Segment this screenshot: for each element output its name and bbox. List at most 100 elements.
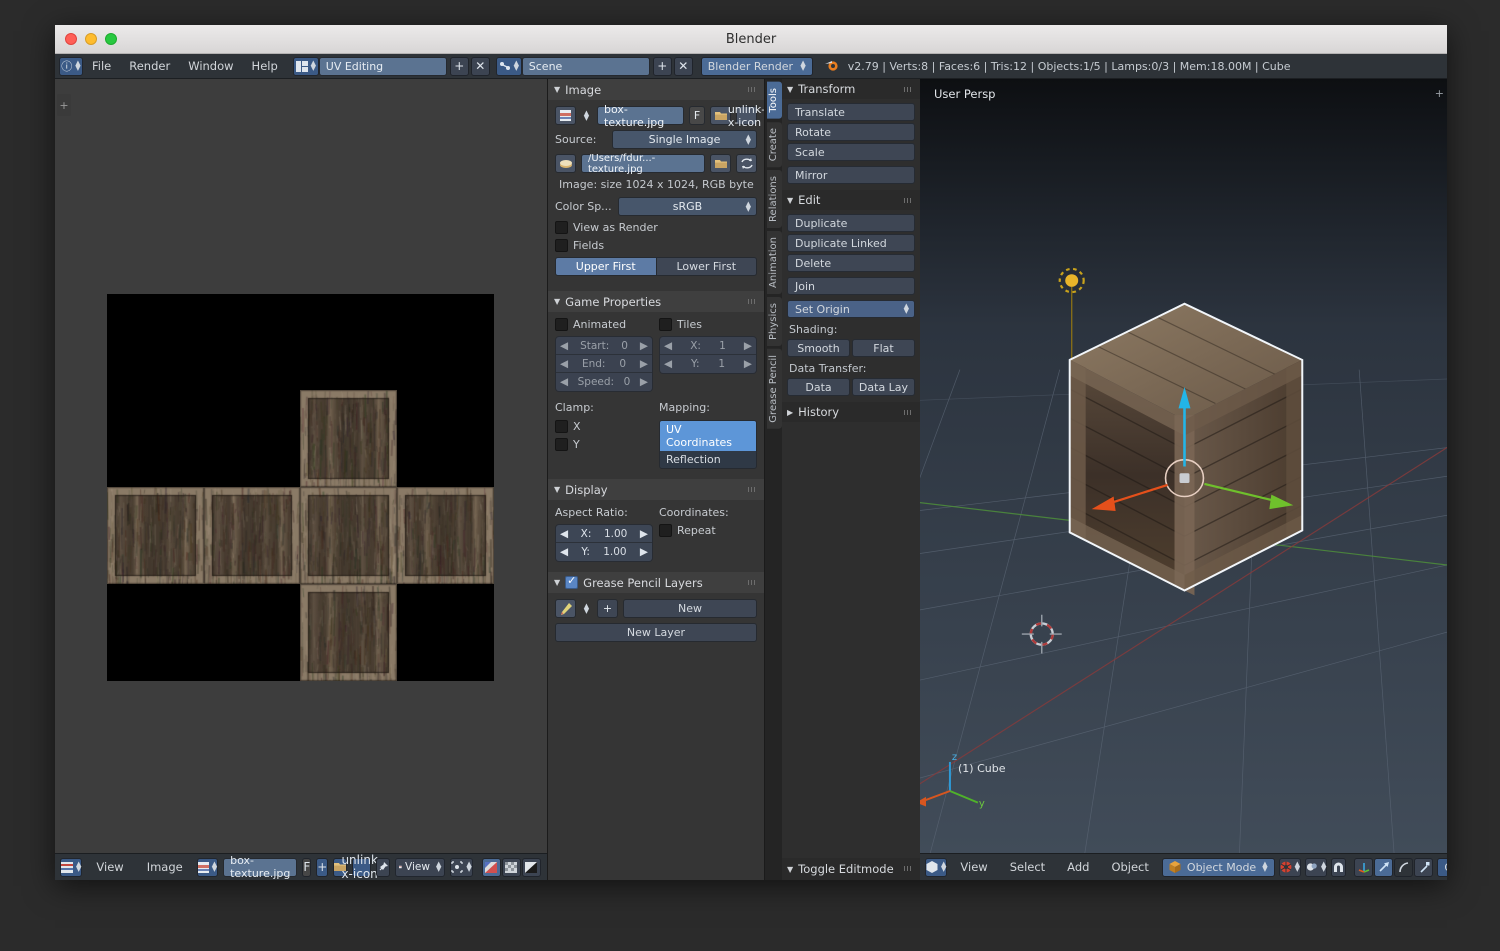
repeat-row[interactable]: Repeat (659, 524, 757, 537)
arrow-right-icon[interactable]: ▶ (640, 528, 648, 540)
rotate-button[interactable]: Rotate (787, 123, 915, 141)
reload-icon[interactable] (736, 154, 757, 173)
image-editor-icon[interactable]: ▲ ▼ (60, 858, 82, 877)
image-menu-image[interactable]: Image (138, 858, 192, 877)
new-layer-button[interactable]: New Layer (555, 623, 757, 642)
zdepth-channel-icon[interactable] (522, 858, 541, 877)
arrow-right-icon[interactable]: ▶ (744, 358, 752, 370)
clamp-y-checkbox[interactable] (555, 438, 568, 451)
mapping-option-uv[interactable]: UV Coordinates (660, 421, 756, 451)
animation-range-fields[interactable]: ◀ Start: 0 ▶ ◀ End: 0 ▶ ◀ Speed: 0 ▶ (555, 336, 653, 392)
view-as-render-checkbox[interactable] (555, 221, 568, 234)
lower-first-button[interactable]: Lower First (657, 257, 758, 276)
add-layout-button[interactable]: + (450, 57, 469, 76)
mirror-button[interactable]: Mirror (787, 166, 915, 184)
color-and-alpha-icon[interactable] (482, 858, 501, 877)
sidebar-item-create[interactable]: Create (767, 122, 782, 167)
manipulator-group[interactable] (1354, 858, 1433, 877)
source-dropdown[interactable]: Single Image ▲ ▼ (612, 130, 757, 149)
blender-info-icon[interactable]: ⓘ ▲ ▼ (59, 57, 83, 76)
arrow-left-icon[interactable]: ◀ (560, 546, 568, 558)
view3d-menu-view[interactable]: View (951, 858, 996, 877)
shade-flat-button[interactable]: Flat (852, 339, 915, 357)
pin-icon[interactable] (376, 858, 390, 877)
screen-layout-icon[interactable]: ▲ ▼ (293, 57, 319, 76)
viewport-canvas[interactable]: z y User Persp + (1) Cube (920, 79, 1447, 853)
menu-help[interactable]: Help (243, 57, 287, 76)
arrow-left-icon[interactable]: ◀ (560, 376, 568, 388)
rotate-manipulator-icon[interactable] (1394, 858, 1413, 877)
scale-manipulator-icon[interactable] (1414, 858, 1433, 877)
pivot-icon[interactable]: ▲ ▼ (450, 858, 472, 877)
filepath-field[interactable]: /Users/fdur...-texture.jpg (581, 154, 705, 173)
speed-field[interactable]: ◀ Speed: 0 ▶ (556, 373, 652, 391)
panel-header-edit[interactable]: ▼ Edit (782, 190, 920, 210)
arrow-left-icon[interactable]: ◀ (560, 528, 568, 540)
grease-pencil-enable-checkbox[interactable] (565, 576, 578, 589)
image-menu-view[interactable]: View (87, 858, 132, 877)
arrow-left-icon[interactable]: ◀ (664, 340, 672, 352)
tile-y-field[interactable]: ◀ Y: 1 ▶ (660, 355, 756, 373)
uv-image-display[interactable] (107, 294, 494, 681)
screen-layout-field[interactable]: UV Editing (319, 57, 447, 76)
clamp-x-row[interactable]: X (555, 420, 653, 433)
open-folder-icon[interactable] (710, 154, 731, 173)
arrow-left-icon[interactable]: ◀ (560, 358, 568, 370)
manipulator-toggle-icon[interactable] (1354, 858, 1373, 877)
translate-button[interactable]: Translate (787, 103, 915, 121)
view3d-menu-add[interactable]: Add (1058, 858, 1098, 877)
fields-row[interactable]: Fields (555, 239, 757, 252)
arrow-right-icon[interactable]: ▶ (640, 546, 648, 558)
unlink-x-icon[interactable]: unlink-x-icon (352, 858, 371, 877)
data-transfer-button[interactable]: Data (787, 378, 850, 396)
properties-region-expand-icon[interactable]: + (1435, 87, 1444, 100)
arrow-right-icon[interactable]: ▶ (640, 376, 648, 388)
panel-header-history[interactable]: ▶ History (782, 402, 920, 422)
panel-header-game-properties[interactable]: ▼ Game Properties (548, 291, 764, 312)
delete-scene-button[interactable]: ✕ (674, 57, 693, 76)
join-button[interactable]: Join (787, 277, 915, 295)
clamp-x-checkbox[interactable] (555, 420, 568, 433)
panel-header-transform[interactable]: ▼ Transform (782, 79, 920, 99)
snap-magnet-icon[interactable] (1331, 858, 1346, 877)
arrow-right-icon[interactable]: ▶ (744, 340, 752, 352)
delete-layout-button[interactable]: ✕ (471, 57, 490, 76)
grease-pencil-icon[interactable] (555, 599, 576, 618)
grease-spinner-icon[interactable]: ▲ ▼ (581, 599, 592, 618)
render-engine-dropdown[interactable]: Blender Render ▲ ▼ (701, 57, 813, 76)
sidebar-item-physics[interactable]: Physics (767, 297, 782, 346)
toolbar-expand-icon[interactable]: + (57, 94, 71, 116)
panel-header-image[interactable]: ▼ Image (548, 79, 764, 100)
duplicate-linked-button[interactable]: Duplicate Linked (787, 234, 915, 252)
aspect-y-field[interactable]: ◀ Y: 1.00 ▶ (556, 543, 652, 561)
fake-user-button[interactable]: F (689, 106, 705, 125)
tile-x-field[interactable]: ◀ X: 1 ▶ (660, 337, 756, 355)
alpha-channel-icon[interactable] (502, 858, 521, 877)
view3d-menu-object[interactable]: Object (1102, 858, 1157, 877)
colorspace-dropdown[interactable]: sRGB ▲ ▼ (618, 197, 757, 216)
menu-window[interactable]: Window (179, 57, 242, 76)
tile-fields[interactable]: ◀ X: 1 ▶ ◀ Y: 1 ▶ (659, 336, 757, 374)
interaction-mode-dropdown[interactable]: Object Mode ▲ ▼ (1162, 858, 1275, 877)
shading-icon[interactable]: ▲ ▼ (1279, 858, 1301, 877)
new-grease-button[interactable]: New (623, 599, 757, 618)
image-datablock-icon[interactable] (555, 106, 576, 125)
tiles-row[interactable]: Tiles (659, 318, 757, 331)
image-mode-dropdown[interactable]: View ▲ ▼ (395, 858, 445, 877)
add-scene-button[interactable]: + (653, 57, 672, 76)
datablock-spinner-icon[interactable]: ▲ ▼ (581, 106, 592, 125)
filepath-icon[interactable] (555, 154, 576, 173)
scene-icon[interactable]: ▲ ▼ (496, 57, 522, 76)
toggle-editmode-panel[interactable]: ▼ Toggle Editmode (782, 858, 920, 880)
arrow-left-icon[interactable]: ◀ (560, 340, 568, 352)
menu-file[interactable]: File (83, 57, 120, 76)
sidebar-item-grease-pencil[interactable]: Grease Pencil (767, 349, 782, 429)
image-name-field[interactable]: box-texture.jpg (597, 106, 684, 125)
sidebar-item-animation[interactable]: Animation (767, 231, 782, 294)
translate-manipulator-icon[interactable] (1374, 858, 1393, 877)
sidebar-item-tools[interactable]: Tools (767, 82, 782, 119)
aspect-x-field[interactable]: ◀ X: 1.00 ▶ (556, 525, 652, 543)
field-order-row[interactable]: Upper First Lower First (555, 257, 757, 276)
fake-user-button[interactable]: F (302, 858, 311, 877)
mapping-list[interactable]: UV Coordinates Reflection (659, 420, 757, 469)
